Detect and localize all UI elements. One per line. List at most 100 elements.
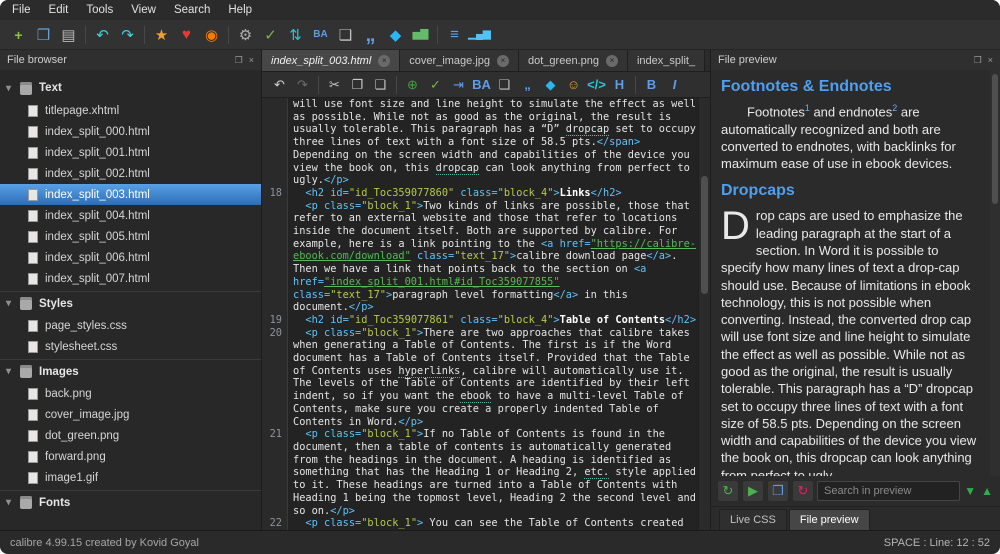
cut-icon[interactable]: ✂ <box>323 74 346 96</box>
redo-icon[interactable]: ↷ <box>291 74 314 96</box>
file-item[interactable]: dot_green.png <box>0 425 261 446</box>
calibre-logo-icon[interactable]: ◉ <box>199 23 224 47</box>
file-item[interactable]: page_styles.css <box>0 315 261 336</box>
editor-tab[interactable]: dot_green.png× <box>519 50 628 71</box>
new-file-icon[interactable]: + <box>6 23 31 47</box>
tab-close-icon[interactable]: × <box>378 55 390 67</box>
donate-heart-icon[interactable]: ♥ <box>174 23 199 47</box>
file-item[interactable]: index_split_002.html <box>0 163 261 184</box>
code-text: as possible. While not as good as the or… <box>288 111 671 124</box>
code-line: href="index_split_001.html#id_Toc3590778… <box>262 276 698 289</box>
code-text: will use font size and line height to si… <box>288 98 696 111</box>
close-icon[interactable]: × <box>249 55 254 66</box>
heading-icon[interactable]: H <box>608 74 631 96</box>
category-text[interactable]: ▾Text <box>0 76 261 100</box>
preview-scrollbar[interactable] <box>990 70 1000 476</box>
editor-scrollbar[interactable] <box>698 98 710 530</box>
editor-tab[interactable]: index_split_ <box>628 50 705 71</box>
beautify-icon[interactable]: ◆ <box>539 74 562 96</box>
float-icon[interactable]: ❐ <box>974 55 982 66</box>
tab-live-css[interactable]: Live CSS <box>719 509 787 530</box>
undo-icon[interactable]: ↶ <box>90 23 115 47</box>
insert-tag-icon[interactable]: </> <box>585 74 608 96</box>
file-item[interactable]: image1.gif <box>0 467 261 488</box>
file-item[interactable]: index_split_003.html <box>0 184 261 205</box>
menu-item-search[interactable]: Search <box>174 4 210 16</box>
menu-item-view[interactable]: View <box>131 4 156 16</box>
settings-icon[interactable]: ⚙ <box>233 23 258 47</box>
undo-icon[interactable]: ↶ <box>268 74 291 96</box>
file-item[interactable]: index_split_001.html <box>0 142 261 163</box>
file-item[interactable]: index_split_000.html <box>0 121 261 142</box>
spell-check-icon[interactable]: ✓ <box>424 74 447 96</box>
tab-label: index_split_ <box>637 55 695 67</box>
smarten-punctuation-icon[interactable]: „ <box>358 23 383 47</box>
tab-close-icon[interactable]: × <box>606 55 618 67</box>
file-item[interactable]: stylesheet.css <box>0 336 261 357</box>
sync-preview-icon[interactable]: ⇅ <box>283 23 308 47</box>
file-tree[interactable]: ▾Texttitlepage.xhtmlindex_split_000.html… <box>0 70 261 530</box>
file-item[interactable]: cover_image.jpg <box>0 404 261 425</box>
file-item[interactable]: index_split_004.html <box>0 205 261 226</box>
italic-icon[interactable]: I <box>663 74 686 96</box>
insert-link-icon[interactable]: ⊕ <box>401 74 424 96</box>
preview-scrollbar-thumb[interactable] <box>992 74 998 204</box>
code-editor[interactable]: will use font size and line height to si… <box>262 98 698 530</box>
special-char-icon[interactable]: ☺ <box>562 74 585 96</box>
arrange-icon[interactable]: BA <box>308 23 333 47</box>
find-next-icon[interactable]: ▼ <box>963 484 977 498</box>
calibre-editor-window: FileEditToolsViewSearchHelp +❒▤↶↷★♥◉⚙✓⇅B… <box>0 0 1000 554</box>
preview-search-input[interactable] <box>817 481 960 501</box>
fonts-category-icon <box>20 496 32 509</box>
open-book-icon[interactable]: ❒ <box>31 23 56 47</box>
file-icon <box>28 231 38 243</box>
close-icon[interactable]: × <box>988 55 993 66</box>
indent-icon[interactable]: ⇥ <box>447 74 470 96</box>
reload-icon[interactable]: ↻ <box>792 480 814 502</box>
tab-label: index_split_003.html <box>271 55 371 67</box>
editor-tab[interactable]: cover_image.jpg× <box>400 50 519 71</box>
star-icon[interactable]: ★ <box>149 23 174 47</box>
float-icon[interactable]: ❐ <box>235 55 243 66</box>
menu-item-edit[interactable]: Edit <box>49 4 69 16</box>
bold-icon[interactable]: B <box>640 74 663 96</box>
refresh-preview-icon[interactable]: ↻ <box>717 480 739 502</box>
file-item[interactable]: index_split_005.html <box>0 226 261 247</box>
arrange-icon[interactable]: BA <box>470 74 493 96</box>
category-images[interactable]: ▾Images <box>0 359 261 383</box>
paste-icon[interactable]: ❏ <box>369 74 392 96</box>
file-item[interactable]: titlepage.xhtml <box>0 100 261 121</box>
file-item[interactable]: forward.png <box>0 446 261 467</box>
editor-tab[interactable]: index_split_003.html × <box>262 50 400 71</box>
tab-file-preview[interactable]: File preview <box>789 509 870 530</box>
open-in-editor-icon[interactable]: ❐ <box>767 480 789 502</box>
smart-quotes-icon[interactable]: „ <box>516 74 539 96</box>
insert-file-icon[interactable]: ❑ <box>493 74 516 96</box>
manage-files-icon[interactable]: ❑ <box>333 23 358 47</box>
statistics-icon[interactable]: ▁▄▆ <box>467 23 492 47</box>
auto-refresh-icon[interactable]: ▶ <box>742 480 764 502</box>
copy-icon[interactable]: ❐ <box>346 74 369 96</box>
scrollbar-thumb[interactable] <box>701 176 708 294</box>
file-item[interactable]: back.png <box>0 383 261 404</box>
file-icon <box>28 409 38 421</box>
line-number <box>262 238 288 251</box>
file-item[interactable]: index_split_006.html <box>0 247 261 268</box>
code-line: to it. These headings are turned into a … <box>262 479 698 492</box>
check-book-icon[interactable]: ✓ <box>258 23 283 47</box>
menu-item-help[interactable]: Help <box>228 4 252 16</box>
redo-icon[interactable]: ↷ <box>115 23 140 47</box>
tab-close-icon[interactable]: × <box>497 55 509 67</box>
menu-item-tools[interactable]: Tools <box>86 4 113 16</box>
find-prev-icon[interactable]: ▲ <box>980 484 994 498</box>
save-icon[interactable]: ▤ <box>56 23 81 47</box>
category-styles[interactable]: ▾Styles <box>0 291 261 315</box>
file-item[interactable]: index_split_007.html <box>0 268 261 289</box>
toc-icon[interactable]: ≡ <box>442 23 467 47</box>
file-name: page_styles.css <box>45 320 127 332</box>
category-fonts[interactable]: ▾Fonts <box>0 490 261 514</box>
line-number <box>262 416 288 429</box>
remove-unused-css-icon[interactable]: ◆ <box>383 23 408 47</box>
menu-item-file[interactable]: File <box>12 4 31 16</box>
reports-icon[interactable]: ▅▇ <box>408 23 433 47</box>
